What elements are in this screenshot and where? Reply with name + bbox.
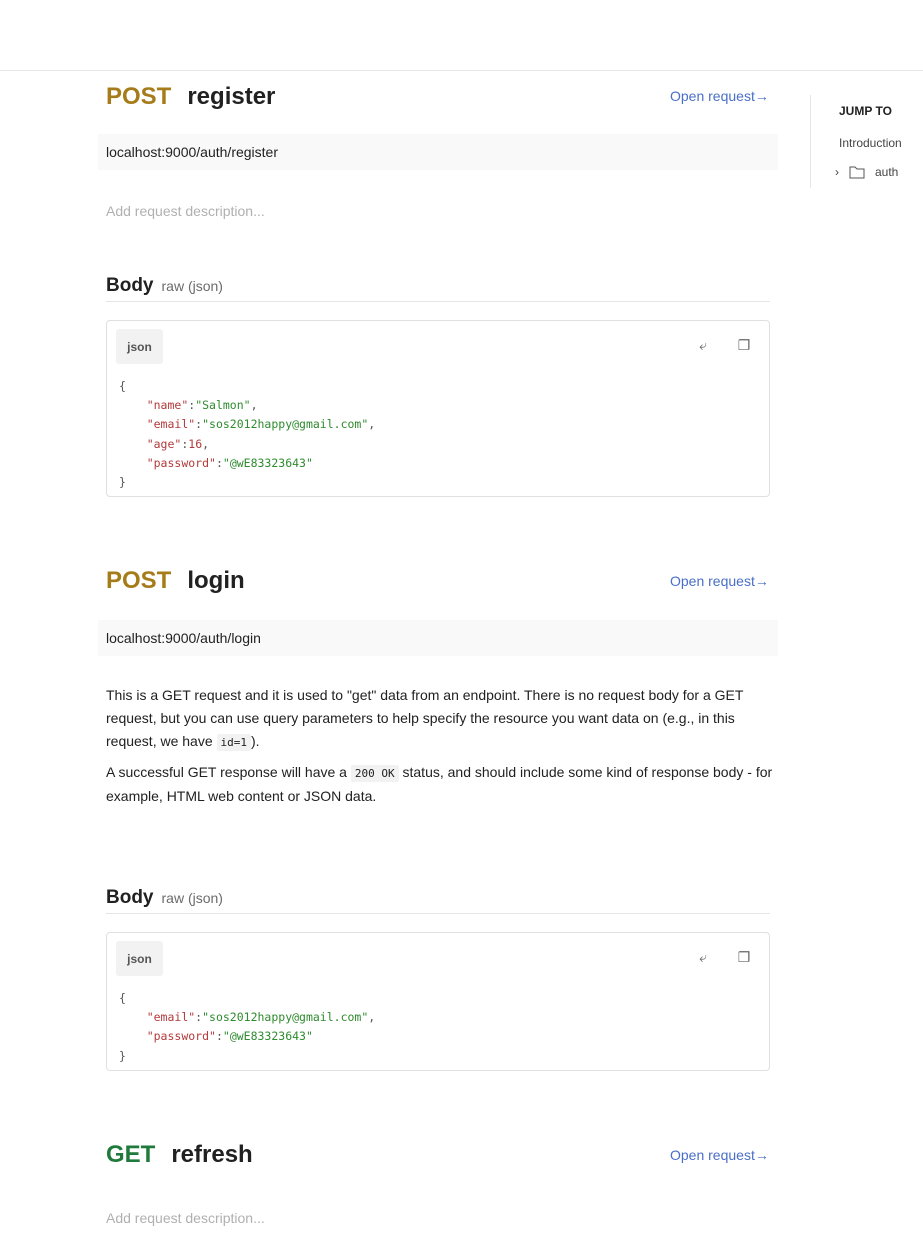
jump-to-heading: JUMP TO — [839, 104, 892, 118]
folder-label: auth — [875, 165, 899, 179]
body-heading: Body raw (json) — [106, 887, 770, 914]
body-title: Body — [106, 275, 154, 296]
method-badge: POST — [106, 567, 172, 594]
chevron-right-icon: › — [835, 165, 839, 179]
code-line: "name":"Salmon", — [146, 398, 258, 413]
inline-code: id=1 — [216, 734, 252, 751]
request-name: login — [187, 567, 245, 594]
inline-code: 200 OK — [350, 765, 399, 782]
method-badge: POST — [106, 83, 172, 110]
folder-icon — [849, 166, 865, 179]
code-line: "password":"@wE83323643" — [146, 455, 313, 470]
request-title: POST login — [106, 567, 245, 595]
request-url: localhost:9000/auth/login — [98, 620, 778, 656]
wrap-lines-icon[interactable]: ⤶ — [695, 949, 711, 965]
body-heading: Body raw (json) — [106, 275, 770, 302]
code-line: } — [119, 475, 126, 490]
code-line: "password":"@wE83323643" — [146, 1029, 313, 1044]
top-bar — [0, 0, 923, 71]
code-lines: { "name":"Salmon", "email":"sos2012happy… — [119, 377, 375, 492]
code-line: } — [119, 1048, 126, 1063]
code-line: "email":"sos2012happy@gmail.com", — [146, 1010, 376, 1025]
wrap-lines-icon[interactable]: ⤶ — [695, 337, 711, 353]
request-title: GET refresh — [106, 1141, 253, 1169]
method-badge: GET — [106, 1141, 156, 1168]
request-url: localhost:9000/auth/register — [98, 134, 778, 170]
request-name: refresh — [171, 1141, 253, 1168]
json-tab[interactable]: json — [116, 329, 163, 364]
copy-icon[interactable]: ❐ — [736, 337, 752, 353]
code-block: json ⤶ ❐ { "name":"Salmon", "email":"sos… — [106, 320, 770, 497]
code-line: { — [119, 991, 126, 1005]
json-tab[interactable]: json — [116, 941, 163, 976]
code-lines: { "email":"sos2012happy@gmail.com", "pas… — [119, 989, 375, 1066]
copy-icon[interactable]: ❐ — [736, 949, 752, 965]
add-description[interactable]: Add request description... — [106, 1210, 265, 1226]
sidebar-item-auth[interactable]: › auth — [835, 165, 898, 179]
open-request-link[interactable]: Open request→ — [670, 573, 769, 589]
jump-to-sidebar: JUMP TO Introduction › auth — [810, 95, 902, 188]
open-request-link[interactable]: Open request→ — [670, 1147, 769, 1163]
code-line: "age":16, — [146, 436, 210, 451]
request-title: POST register — [106, 83, 275, 111]
add-description[interactable]: Add request description... — [106, 203, 265, 219]
code-line: { — [119, 379, 126, 393]
body-type: raw (json) — [161, 890, 223, 906]
body-type: raw (json) — [161, 278, 223, 294]
open-request-link[interactable]: Open request→ — [670, 88, 769, 104]
request-name: register — [187, 83, 276, 110]
body-title: Body — [106, 887, 154, 908]
sidebar-item-introduction[interactable]: Introduction — [839, 136, 902, 150]
request-description: This is a GET request and it is used to … — [106, 687, 773, 804]
code-line: "email":"sos2012happy@gmail.com", — [146, 417, 376, 432]
code-block: json ⤶ ❐ { "email":"sos2012happy@gmail.c… — [106, 932, 770, 1071]
